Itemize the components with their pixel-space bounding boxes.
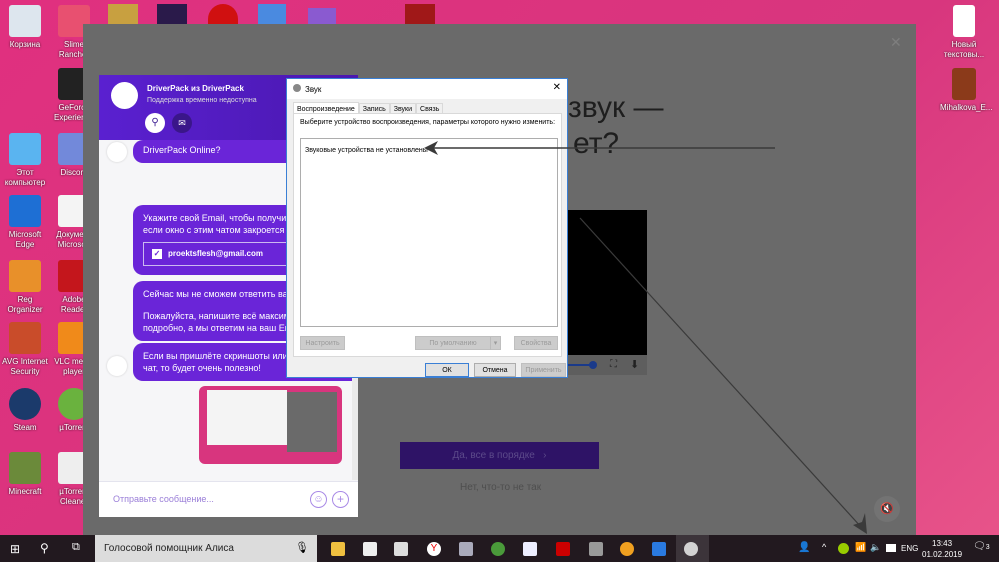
language-indicator[interactable]: ENG (901, 544, 918, 553)
driverpack-icon[interactable] (620, 542, 634, 556)
wifi-icon[interactable]: 📶 (855, 542, 866, 553)
arrowhead-down (853, 513, 867, 534)
chevron-up-icon[interactable]: ^ (822, 542, 826, 552)
clock[interactable]: 13:43 01.02.2019 (922, 538, 962, 560)
yandex-browser-icon[interactable]: Y (427, 542, 441, 556)
store-icon[interactable] (363, 542, 377, 556)
explorer-icon[interactable] (331, 542, 345, 556)
app-icon-5[interactable] (652, 542, 666, 556)
volume-muted-icon[interactable]: 🔈 (870, 542, 881, 553)
app-icon-2[interactable] (523, 542, 537, 556)
app-icon[interactable] (459, 542, 473, 556)
app-icon-3[interactable] (556, 542, 570, 556)
chrome-icon[interactable] (491, 542, 505, 556)
notification-center-icon[interactable]: 🗨3 (973, 541, 990, 552)
alice-search-box[interactable]: Голосовой помощник Алиса 🎙 (95, 535, 317, 562)
app-icon-4[interactable] (589, 542, 603, 556)
notification-count: 3 (985, 544, 990, 551)
battery-icon[interactable] (886, 544, 896, 552)
annotation-arrows (424, 141, 867, 534)
mic-off-icon[interactable]: 🎙 (295, 541, 309, 554)
task-view-icon[interactable]: ⧉ (72, 541, 80, 554)
taskbar: ⊞ ⚲ ⧉ Голосовой помощник Алиса 🎙 Y 👤 ^ 📶… (0, 535, 999, 562)
start-button[interactable]: ⊞ (10, 542, 20, 556)
active-app-highlight (676, 535, 709, 562)
arrow-line-diagonal (579, 217, 863, 529)
people-icon[interactable]: 👤 (798, 542, 810, 553)
tray-app-icon[interactable] (838, 543, 849, 554)
search-icon[interactable]: ⚲ (40, 541, 49, 555)
mail-app-icon[interactable] (394, 542, 408, 556)
